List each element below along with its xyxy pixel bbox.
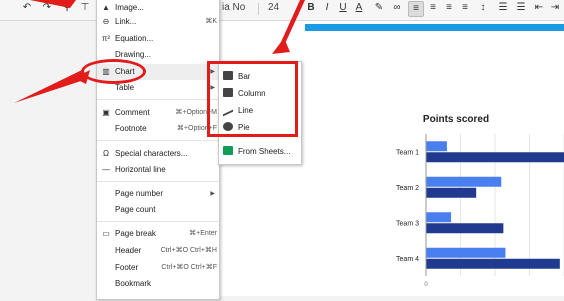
paint-format-icon[interactable]: ⚲ bbox=[60, 1, 74, 15]
annotation-box bbox=[207, 61, 298, 137]
menu-item-equation[interactable]: π² Equation... bbox=[97, 31, 219, 47]
menu-item-shortcut: Ctrl+⌘O Ctrl+⌘F bbox=[161, 264, 217, 271]
link-icon: ⊖ bbox=[102, 17, 110, 26]
numbered-list-icon[interactable]: ☰ bbox=[496, 1, 510, 15]
decrease-indent-icon[interactable]: ⇤ bbox=[532, 1, 546, 15]
submenu-item-label: From Sheets... bbox=[238, 147, 291, 156]
menu-item-footer[interactable]: Footer Ctrl+⌘O Ctrl+⌘F bbox=[97, 260, 219, 276]
menu-divider bbox=[97, 221, 219, 222]
underline-button[interactable]: U bbox=[336, 1, 350, 15]
annotation-oval bbox=[81, 59, 146, 84]
align-center-icon[interactable]: ≡ bbox=[426, 1, 440, 15]
sheets-icon bbox=[223, 146, 233, 155]
chart-category-label: Team 2 bbox=[396, 185, 419, 192]
points-chart[interactable]: Points scored Team 1 Team 2 Team 3 Team 4 0 bbox=[380, 108, 564, 296]
menu-item-link[interactable]: ⊖ Link... ⌘K bbox=[97, 14, 219, 30]
chart-bar bbox=[426, 152, 564, 163]
formatting-toolbar: ↶ ↷ ⚲ ⊤ ia No 24 B I U A ✎ ∞ ≡ ≡ ≡ ≡ ↕ ☰… bbox=[0, 0, 564, 21]
menu-item-comment[interactable]: ▣ Comment ⌘+Option+M bbox=[97, 105, 219, 121]
align-left-icon[interactable]: ≡ bbox=[408, 1, 424, 17]
chart-category-label: Team 1 bbox=[396, 149, 419, 156]
chart-tick-label: 0 bbox=[424, 282, 428, 288]
chart-bar bbox=[426, 212, 452, 223]
align-right-icon[interactable]: ≡ bbox=[442, 1, 456, 15]
chart-title: Points scored bbox=[423, 114, 489, 125]
menu-item-label: Page break bbox=[115, 229, 156, 238]
page-break-icon: ▭ bbox=[102, 229, 110, 238]
chart-category-label: Team 4 bbox=[396, 256, 419, 263]
insert-menu: ▲ Image... ⊖ Link... ⌘K π² Equation... D… bbox=[96, 0, 220, 300]
menu-item-label: Page number bbox=[115, 189, 164, 198]
increase-indent-icon[interactable]: ⇥ bbox=[548, 1, 562, 15]
menu-item-label: Footer bbox=[115, 263, 139, 272]
font-name-select[interactable]: ia No bbox=[222, 2, 245, 13]
menu-item-horizontal-line[interactable]: — Horizontal line bbox=[97, 162, 219, 178]
redo-icon[interactable]: ↷ bbox=[40, 1, 54, 15]
toolbar-divider bbox=[258, 3, 259, 15]
menu-item-shortcut: ⌘+Enter bbox=[189, 230, 217, 237]
chart-category-label: Team 3 bbox=[396, 220, 419, 227]
menu-item-page-count[interactable]: Page count bbox=[97, 202, 219, 218]
line-spacing-icon[interactable]: ↕ bbox=[476, 1, 490, 15]
menu-item-label: Special characters... bbox=[115, 149, 188, 158]
font-size-select[interactable]: 24 bbox=[268, 2, 279, 13]
selected-text-highlight bbox=[305, 24, 564, 31]
menu-item-label: Page count bbox=[115, 205, 156, 214]
bulleted-list-icon[interactable]: ☰ bbox=[514, 1, 528, 15]
chart-bar bbox=[426, 258, 560, 269]
equation-icon: π² bbox=[101, 34, 111, 43]
menu-item-shortcut: ⌘K bbox=[205, 18, 217, 25]
horizontal-line-icon: — bbox=[102, 165, 110, 174]
menu-item-header[interactable]: Header Ctrl+⌘O Ctrl+⌘H bbox=[97, 243, 219, 259]
chart-bar bbox=[426, 223, 504, 234]
menu-divider bbox=[97, 140, 219, 141]
justify-icon[interactable]: ≡ bbox=[458, 1, 472, 15]
menu-item-bookmark[interactable]: Bookmark bbox=[97, 276, 219, 292]
chart-canvas: Points scored Team 1 Team 2 Team 3 Team 4 0 bbox=[396, 114, 564, 288]
link-icon[interactable]: ∞ bbox=[390, 1, 404, 15]
menu-item-page-break[interactable]: ▭ Page break ⌘+Enter bbox=[97, 226, 219, 242]
menu-item-shortcut: Ctrl+⌘O Ctrl+⌘H bbox=[160, 247, 217, 254]
menu-item-label: Link... bbox=[115, 17, 137, 26]
menu-item-label: Equation... bbox=[115, 34, 154, 43]
highlight-icon[interactable]: ✎ bbox=[372, 1, 386, 15]
format-icon[interactable]: ⊤ bbox=[78, 1, 92, 15]
submenu-arrow-icon: ▶ bbox=[210, 191, 215, 197]
undo-icon[interactable]: ↶ bbox=[20, 1, 34, 15]
menu-divider bbox=[97, 99, 219, 100]
chart-bar bbox=[426, 187, 477, 198]
toolbar-divider bbox=[298, 3, 299, 15]
arrow-left-icon bbox=[14, 70, 90, 103]
menu-item-label: Horizontal line bbox=[115, 165, 166, 174]
menu-item-footnote[interactable]: Footnote ⌘+Option+F bbox=[97, 121, 219, 137]
chart-bar bbox=[426, 176, 502, 187]
omega-icon: Ω bbox=[103, 149, 109, 158]
chart-bar bbox=[426, 247, 506, 258]
menu-item-page-number[interactable]: Page number ▶ bbox=[97, 186, 219, 202]
menu-item-label: Comment bbox=[115, 108, 150, 117]
text-color-button[interactable]: A bbox=[352, 1, 366, 15]
submenu-item-from-sheets[interactable]: From Sheets... bbox=[223, 144, 290, 160]
menu-item-label: Bookmark bbox=[115, 279, 152, 288]
menu-divider bbox=[97, 181, 219, 182]
bold-button[interactable]: B bbox=[304, 1, 318, 15]
menu-item-label: Header bbox=[115, 246, 142, 255]
comment-icon: ▣ bbox=[102, 108, 110, 117]
menu-item-label: Footnote bbox=[115, 124, 147, 133]
chart-bar bbox=[426, 141, 447, 152]
menu-item-special-characters[interactable]: Ω Special characters... bbox=[97, 146, 219, 162]
italic-button[interactable]: I bbox=[320, 1, 334, 15]
